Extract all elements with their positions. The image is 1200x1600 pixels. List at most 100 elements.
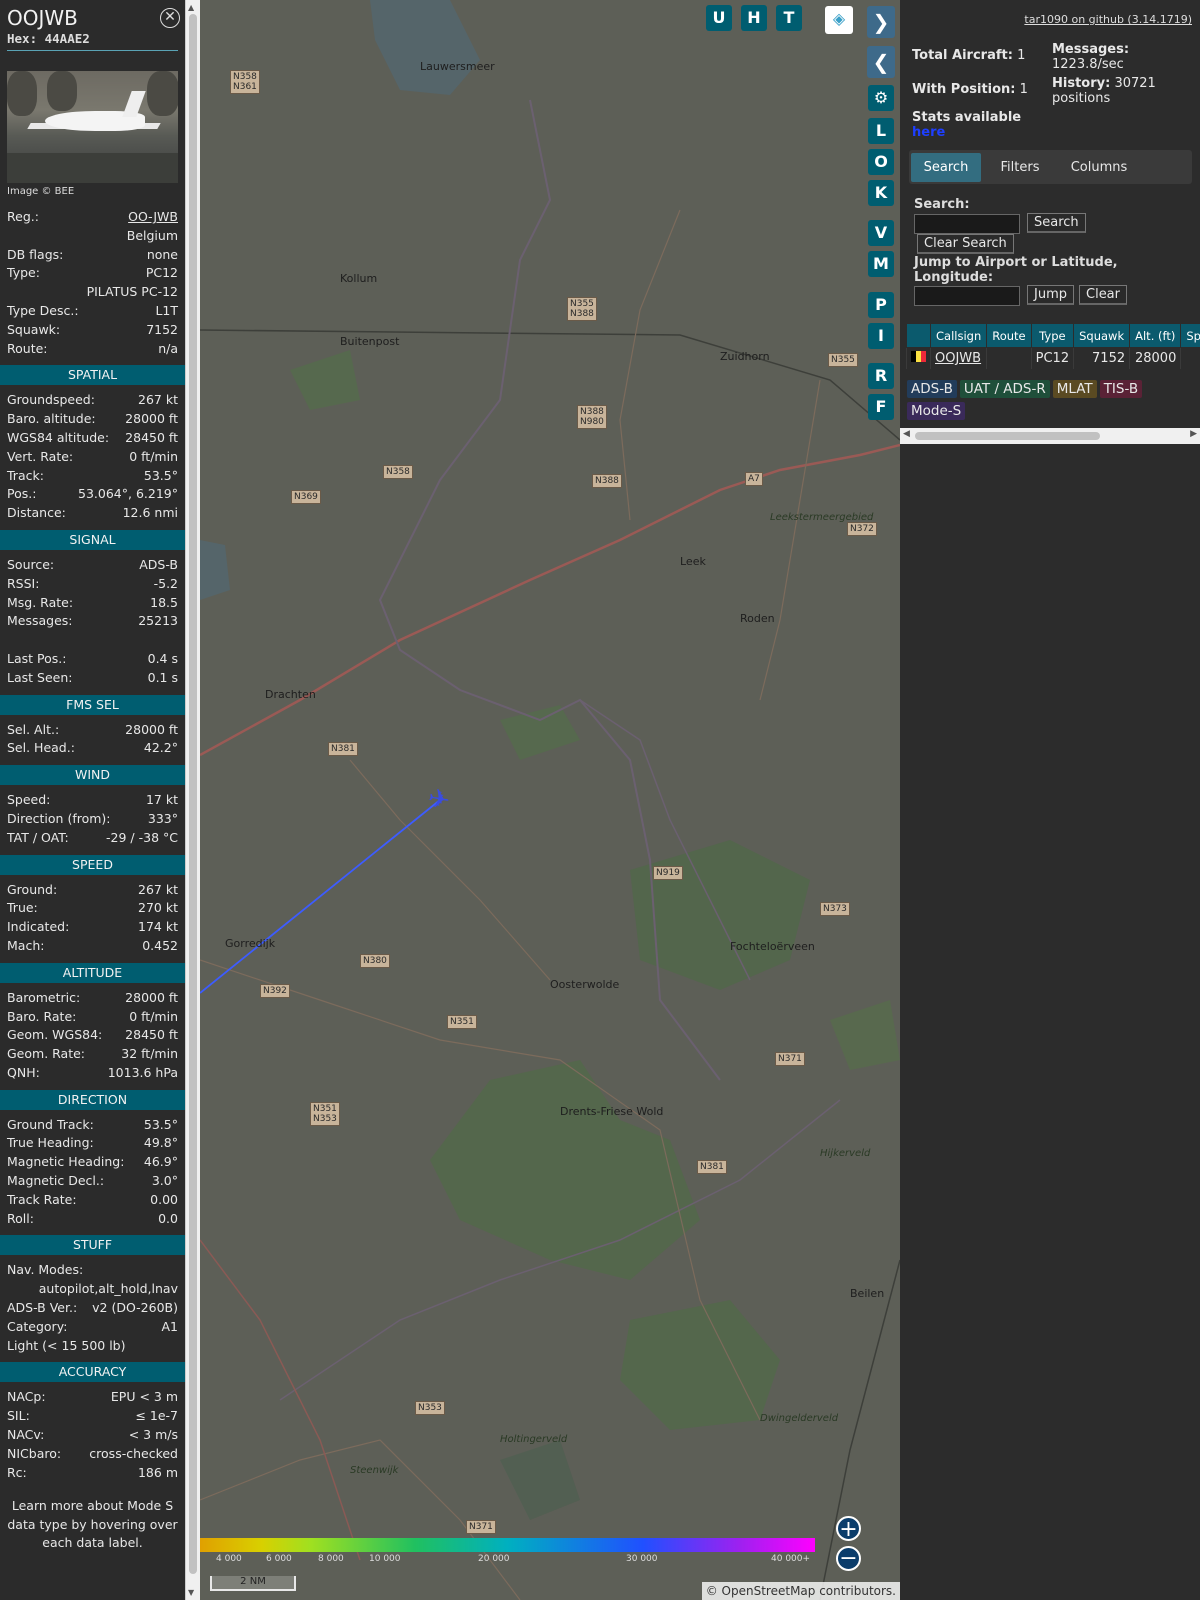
detail-row: Messages: 25213 [0,613,185,632]
detail-row: Nav. Modes: [0,1262,185,1281]
section-header-altitude: ALTITUDE [0,962,185,983]
column-header[interactable]: Route [986,323,1032,348]
detail-row: Geom. Rate: 32 ft/min [0,1046,185,1065]
search-button[interactable]: Search [1027,213,1086,233]
detail-label: Source: [7,556,55,572]
tab-search[interactable]: Search [911,153,981,182]
table-row[interactable]: OOJWB PC12 7152 28000 [906,347,1200,369]
clear-search-button[interactable]: Clear Search [917,234,1014,254]
callsign-link[interactable]: OOJWB [935,351,981,366]
table-horizontal-scrollbar[interactable]: ◀ ▶ [900,428,1200,444]
map-button-m[interactable]: M [868,251,894,277]
section-header-speed: SPEED [0,854,185,875]
map-button-u[interactable]: U [706,5,732,31]
detail-value: 42.2° [143,740,178,756]
detail-value: 12.6 nmi [122,505,178,521]
info-value: 7152 [146,321,178,337]
altitude-color-legend [200,1538,815,1552]
detail-label: Geom. WGS84: [7,1027,103,1043]
map-canvas[interactable] [200,0,900,1600]
zoom-out-button[interactable]: − [836,1546,861,1571]
detail-row: Speed: 17 kt [0,792,185,811]
search-input[interactable] [914,214,1020,234]
stats-link[interactable]: here [912,125,945,140]
source-legend: ADS-B UAT / ADS-R MLAT TIS-B Mode-S [907,378,1187,422]
registration-link[interactable]: OO-JWB [128,209,178,224]
detail-value: 0.452 [142,937,178,953]
detail-row: True: 270 kt [0,900,185,919]
column-header[interactable]: Type [1030,323,1075,348]
road-shield: N351 [447,1015,477,1029]
map-button-o[interactable]: O [868,149,894,175]
aircraft-header: OOJWB Hex: 44AAE2 [0,0,185,50]
detail-label: Category: [7,1318,68,1334]
road-shield: N381 [697,1160,727,1174]
aircraft-table-wrap: CallsignRouteTypeSquawkAlt. (ft)Spd. OOJ… [906,323,1200,369]
cell-callsign[interactable]: OOJWB [929,347,988,369]
detail-value: 1013.6 hPa [107,1064,178,1080]
column-header[interactable]: Alt. (ft) [1129,323,1182,348]
info-row: Reg.: OO-JWB [0,209,185,228]
map-button-i[interactable]: I [868,323,894,349]
detail-label: Magnetic Decl.: [7,1173,105,1189]
detail-value: 0 ft/min [129,448,178,464]
settings-gear-icon[interactable]: ⚙ [868,85,894,111]
detail-value: 0 ft/min [129,1008,178,1024]
road-shield: N371 [775,1052,805,1066]
column-header[interactable]: Squawk [1073,323,1131,348]
map-attribution[interactable]: © OpenStreetMap contributors. [701,1582,900,1600]
map-place-label: Gorredijk [225,937,276,950]
section-header-direction: DIRECTION [0,1089,185,1110]
detail-label: Distance: [7,505,66,521]
detail-value: 333° [147,810,178,826]
detail-value: 28000 ft [125,721,178,737]
detail-row: Sel. Alt.: 28000 ft [0,722,185,741]
sidebar-scrollbar[interactable]: ▲ ▼ [185,0,200,1600]
map-place-label: Hijkerveld [820,1148,871,1159]
road-shield: A7 [745,472,763,486]
jump-label: Jump to Airport or Latitude, Longitude: [914,255,1118,285]
detail-label: Nav. Modes: [7,1262,84,1278]
map-button-v[interactable]: V [868,220,894,246]
aircraft-photo[interactable] [7,71,178,183]
detail-row: Distance: 12.6 nmi [0,505,185,524]
clear-button[interactable]: Clear [1079,285,1127,305]
column-header[interactable] [906,323,931,348]
map-button-r[interactable]: R [868,363,894,389]
tab-filters[interactable]: Filters [985,153,1055,182]
layers-icon[interactable]: ◈ [825,6,853,34]
map-view[interactable]: ✈ Lauwersmeer Kollum Buitenpost Zuidhorn Lee… [200,0,900,1600]
zoom-in-button[interactable]: + [836,1516,861,1542]
detail-row: Vert. Rate: 0 ft/min [0,449,185,468]
map-button-k[interactable]: K [868,180,894,206]
detail-row: Direction (from): 333° [0,811,185,830]
info-value: PC12 [145,265,178,281]
detail-label: Mach: [7,937,45,953]
section-header-stuff: STUFF [0,1235,185,1256]
map-button-p[interactable]: P [868,292,894,318]
section-header-accuracy: ACCURACY [0,1362,185,1383]
detail-row: Msg. Rate: 18.5 [0,595,185,614]
detail-value: 174 kt [138,919,178,935]
with-position-label: With Position: [912,82,1016,97]
detail-row: Light (< 15 500 lb) [0,1338,185,1357]
column-header[interactable]: Spd. [1180,323,1200,348]
tab-columns[interactable]: Columns [1059,153,1139,182]
collapse-left-icon[interactable]: ❮ [867,46,895,78]
detail-label: Last Pos.: [7,650,67,666]
map-button-f[interactable]: F [868,394,894,420]
github-link[interactable]: tar1090 on github (3.14.1719) [1024,13,1192,26]
map-button-t[interactable]: T [776,5,802,31]
total-aircraft-value: 1 [1017,48,1026,63]
close-icon[interactable]: ✕ [160,8,180,28]
jump-button[interactable]: Jump [1027,285,1074,305]
map-button-h[interactable]: H [741,5,767,31]
detail-label: Indicated: [7,919,70,935]
detail-row: Roll: 0.0 [0,1211,185,1230]
road-shield: N388 [592,474,622,488]
detail-value: ADS-B [139,556,178,572]
jump-input[interactable] [914,286,1020,306]
column-header[interactable]: Callsign [929,323,988,348]
expand-right-icon[interactable]: ❯ [867,6,895,38]
map-button-l[interactable]: L [868,118,894,144]
